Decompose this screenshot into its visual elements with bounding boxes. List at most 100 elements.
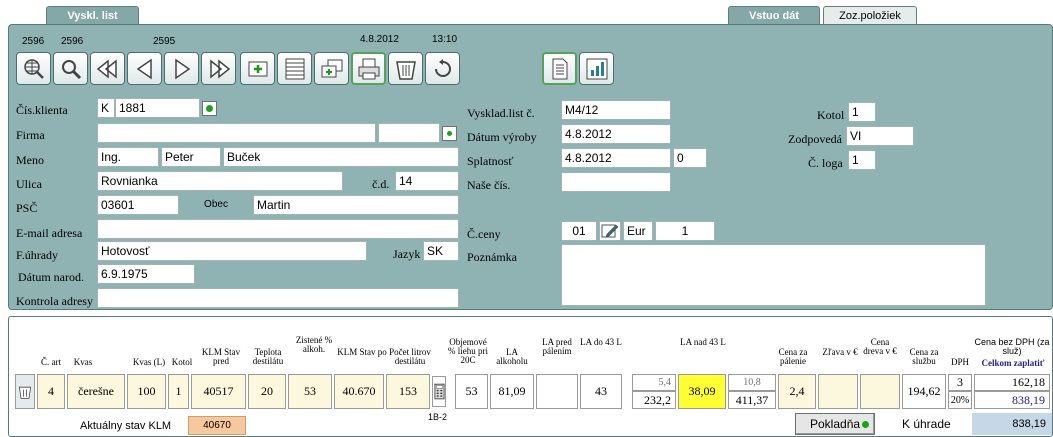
jazyk-input[interactable]: SK <box>423 241 459 261</box>
cell-la-nad-mid[interactable]: 38,09 <box>678 374 726 409</box>
client-lookup-button[interactable] <box>202 101 217 116</box>
list-button[interactable] <box>277 52 312 85</box>
cis-klienta-input[interactable]: 1881 <box>115 98 200 118</box>
vysklad-label: Vysklad.list č. <box>467 106 535 120</box>
hdr-klm-po: KLM Stav po <box>337 347 387 357</box>
print-button[interactable] <box>351 52 386 85</box>
fuhrady-input[interactable]: Hotovosť <box>97 241 367 261</box>
cell-la-nad-bot-right: 411,37 <box>728 391 776 409</box>
tab-vstup-dat[interactable]: Vstuo dát <box>728 6 820 26</box>
hdr-la-pred: LA pred pálením <box>542 337 572 356</box>
cell-la-alk[interactable]: 81,09 <box>490 374 534 409</box>
search-icon <box>61 59 81 79</box>
hdr-dph: DPH <box>950 357 969 367</box>
next-record-button[interactable] <box>164 52 199 85</box>
hdr-kotol: Kotol <box>171 357 193 367</box>
cell-kotol[interactable]: 1 <box>168 374 189 409</box>
vysklad-input[interactable]: M4/12 <box>561 100 671 120</box>
globe-search-button[interactable] <box>16 52 51 85</box>
kontrola-input[interactable] <box>97 288 459 308</box>
tab-zoz-poloziek[interactable]: Zoz.položiek <box>823 6 917 26</box>
delete-button[interactable] <box>388 52 423 85</box>
tab-vyskl-list[interactable]: Vyskl. list <box>46 6 139 26</box>
hdr-teplota: Teplota destilátu <box>252 347 284 366</box>
cell-objemove[interactable]: 53 <box>455 374 488 409</box>
row-delete-button[interactable] <box>15 374 35 409</box>
document-icon <box>552 58 567 79</box>
duplicate-button[interactable] <box>314 52 349 85</box>
c-loga-input[interactable]: 1 <box>848 150 876 170</box>
rate-input[interactable]: 1 <box>655 221 715 241</box>
first-icon <box>96 58 117 79</box>
firma-input[interactable] <box>97 123 376 143</box>
obec-label: Obec <box>181 195 251 215</box>
refresh-button[interactable] <box>425 52 460 85</box>
firma-input-2[interactable] <box>378 123 440 143</box>
cell-teplota[interactable]: 20 <box>248 374 286 409</box>
search-button[interactable] <box>53 52 88 85</box>
last-record-button[interactable] <box>201 52 236 85</box>
hdr-bez-dph: Cena bez DPH (za služ) <box>974 337 1050 356</box>
email-label: E-mail adresa <box>16 226 83 240</box>
cell-kvas-l[interactable]: 100 <box>127 374 166 409</box>
cell-la-nad-bot-left: 232,2 <box>632 391 676 409</box>
ceny-edit-button[interactable] <box>599 221 621 241</box>
splatnost-label: Splatnosť <box>467 154 514 168</box>
cell-c-art[interactable]: 4 <box>37 374 65 409</box>
cell-kvas[interactable]: čerešne <box>67 374 125 409</box>
datum-vyroby-input[interactable]: 4.8.2012 <box>561 124 671 144</box>
meno-first-input[interactable]: Peter <box>161 147 221 167</box>
datum-narod-input[interactable]: 6.9.1975 <box>97 264 195 284</box>
cell-cena-pal[interactable]: 2,4 <box>778 374 816 409</box>
first-record-button[interactable] <box>90 52 125 85</box>
cell-zlava[interactable] <box>818 374 858 409</box>
meno-title-input[interactable]: Ing. <box>97 147 159 167</box>
cd-input[interactable]: 14 <box>395 171 459 191</box>
firma-lookup-button[interactable] <box>442 126 457 141</box>
kotol-label: Kotol <box>817 108 845 122</box>
calculator-button[interactable] <box>432 376 446 407</box>
document-button[interactable] <box>542 52 577 85</box>
add-button[interactable] <box>240 52 275 85</box>
cell-klm-pred[interactable]: 40517 <box>191 374 246 409</box>
cell-cena-dreva[interactable] <box>860 374 900 409</box>
poznamka-input[interactable] <box>561 244 986 306</box>
cell-dph-top[interactable]: 3 <box>948 374 972 391</box>
cell-zistene[interactable]: 53 <box>288 374 332 409</box>
jazyk-label: Jazyk <box>393 247 421 261</box>
hdr-zlava: Zľava v € <box>822 347 858 357</box>
fuhrady-label: F.úhrady <box>16 248 59 262</box>
email-input[interactable] <box>97 219 459 239</box>
meno-last-input[interactable]: Buček <box>223 147 459 167</box>
splatnost-input[interactable]: 4.8.2012 <box>561 148 671 168</box>
ulica-input[interactable]: Rovnianka <box>97 171 343 191</box>
psc-input[interactable]: 03601 <box>97 195 179 215</box>
chart-button[interactable] <box>579 52 614 85</box>
datum-vyroby-label: Dátum výroby <box>467 130 537 144</box>
pokladna-button[interactable]: Pokladňa <box>795 413 875 435</box>
cell-la-pred[interactable] <box>536 374 578 409</box>
edit-icon <box>601 224 619 238</box>
trash-icon <box>18 386 32 399</box>
currency-input[interactable]: Eur <box>623 221 653 241</box>
cell-pocet[interactable]: 153 <box>386 374 430 409</box>
splatnost-days-input[interactable]: 0 <box>673 148 707 168</box>
last-icon <box>209 58 230 79</box>
refresh-icon <box>434 58 451 77</box>
cell-la-do[interactable]: 43 <box>580 374 622 409</box>
pokladna-label: Pokladňa <box>810 417 861 431</box>
cis-klienta-prefix[interactable]: K <box>97 98 115 118</box>
aktualny-value: 40670 <box>188 416 246 435</box>
nase-cis-input[interactable] <box>561 172 671 192</box>
zodpoveda-input[interactable]: VI <box>846 126 914 146</box>
kontrola-label: Kontrola adresy <box>16 294 93 308</box>
hdr-celkom: Celkom zaplatiť <box>981 358 1045 368</box>
cell-klm-po[interactable]: 40.670 <box>334 374 384 409</box>
ceny-input[interactable]: 01 <box>561 221 597 241</box>
trash-icon <box>395 60 416 80</box>
hdr-cena-sluz: Cena za službu <box>909 347 939 366</box>
kotol-input[interactable]: 1 <box>848 102 876 122</box>
previous-record-button[interactable] <box>127 52 162 85</box>
obec-input[interactable]: Martin <box>253 195 459 215</box>
cis-klienta-label: Čís.klienta <box>16 103 68 117</box>
